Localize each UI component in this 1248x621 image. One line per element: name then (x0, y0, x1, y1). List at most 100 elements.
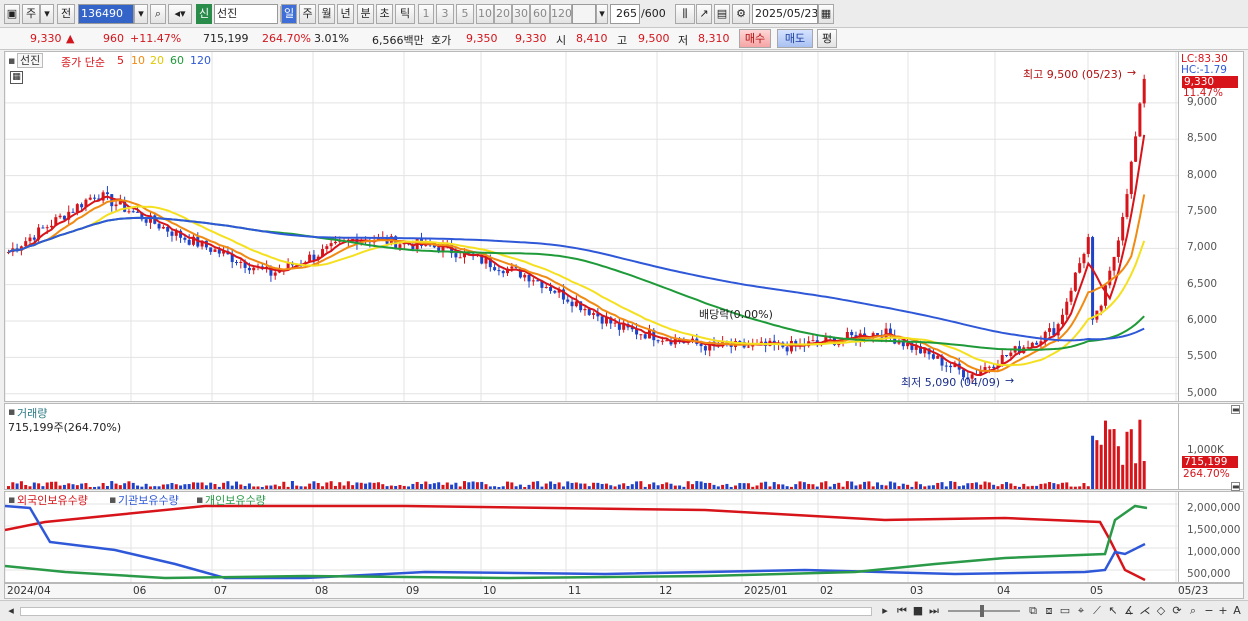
volume-bar (37, 483, 41, 489)
volume-chart-svg[interactable] (5, 404, 1178, 489)
price-chart-panel[interactable]: ▪ 선진 종가 단순 5 10 20 60 120 ▦ 최고 9,500 (05… (4, 51, 1179, 402)
ma20-legend[interactable]: 20 (150, 54, 164, 67)
volume-panel-icon[interactable]: ▪ (8, 405, 15, 418)
layout-icon-3[interactable]: ▭ (1058, 604, 1072, 618)
gear-icon[interactable]: ⚙ (732, 4, 750, 24)
interval-30[interactable]: 30 (512, 4, 530, 24)
layout-icon-1[interactable]: ⧉ (1026, 604, 1040, 618)
table-icon[interactable]: ▦ (10, 71, 23, 84)
candle-body (592, 313, 596, 315)
period-tab-day[interactable]: 일 (281, 4, 297, 24)
candle-body (28, 237, 32, 242)
panel-menu-icon[interactable]: ▪ (8, 54, 15, 67)
ma120-legend[interactable]: 120 (190, 54, 211, 67)
zoom-slider[interactable] (948, 610, 1020, 612)
calendar-icon[interactable]: ▦ (818, 4, 834, 24)
period-tab-tick[interactable]: 틱 (395, 4, 415, 24)
period-tab-minute[interactable]: 분 (357, 4, 374, 24)
interval-custom-field[interactable] (572, 4, 596, 24)
stock-code-input[interactable]: 136490 (78, 4, 134, 24)
search-zoom-icon[interactable]: ⌕ (1186, 604, 1200, 618)
refresh-icon[interactable]: ⟳ (1170, 604, 1184, 618)
draw-angle-icon[interactable]: ∡ (1122, 604, 1136, 618)
holder-panel-icon[interactable]: ▪ (8, 493, 15, 506)
candle-body (613, 322, 617, 324)
draw-line-icon[interactable]: ⟋ (1090, 604, 1104, 618)
inst-legend[interactable]: 기관보유수량 (118, 492, 179, 508)
scrollbar-track[interactable] (20, 607, 872, 616)
buy-button[interactable]: 매수 (739, 29, 771, 48)
date-field[interactable]: 2025/05/23 (752, 4, 818, 24)
scroll-left-icon[interactable]: ◂ (4, 604, 18, 618)
candle-body (1065, 301, 1069, 315)
candle-body (183, 237, 187, 240)
volume-bar (686, 481, 690, 489)
holder-chart-svg[interactable] (5, 492, 1178, 582)
sell-button[interactable]: 매도 (777, 29, 813, 48)
indiv-legend[interactable]: 개인보유수량 (205, 492, 266, 508)
mode-dropdown-icon[interactable]: ▾ (40, 4, 54, 24)
candle-body (850, 332, 854, 336)
count-field[interactable]: 265 (610, 4, 640, 24)
holder-panel[interactable]: ▪ 외국인보유수량 ▪ 기관보유수량 ▪ 개인보유수량 (4, 491, 1179, 583)
text-icon[interactable]: A (1230, 604, 1244, 618)
volume-axis-tick: 1,000K (1187, 444, 1224, 456)
volume-close-icon[interactable]: ▬ (1231, 405, 1240, 414)
period-tab-week[interactable]: 주 (299, 4, 316, 24)
stop-icon[interactable]: ■ (911, 604, 925, 618)
interval-dropdown-icon[interactable]: ▾ (596, 4, 608, 24)
search-icon[interactable]: ⌕ (150, 4, 166, 24)
prev-icon[interactable]: ⏮ (895, 604, 909, 618)
interval-120[interactable]: 120 (550, 4, 572, 24)
interval-5[interactable]: 5 (456, 4, 474, 24)
line-tool-icon[interactable]: ↗ (696, 4, 712, 24)
volume-bar (514, 486, 518, 489)
scroll-right-icon[interactable]: ▸ (878, 604, 892, 618)
eval-button[interactable]: 평 (817, 29, 837, 48)
volume-bar (652, 482, 656, 489)
zoom-slider-thumb[interactable] (980, 605, 984, 617)
period-tab-year[interactable]: 년 (337, 4, 354, 24)
holder-close-icon[interactable]: ▬ (1231, 482, 1240, 491)
price-chart-svg[interactable] (5, 52, 1178, 401)
mode-main-button[interactable]: 주 (22, 4, 40, 24)
volume-bar (1078, 486, 1082, 489)
turnover-rate: 3.01% (314, 32, 349, 45)
volume-bar (140, 486, 144, 489)
stock-name-field[interactable]: 선진 (214, 4, 278, 24)
foreign-legend[interactable]: 외국인보유수량 (17, 492, 88, 508)
period-tab-second[interactable]: 초 (376, 4, 393, 24)
volume-bar (488, 486, 492, 489)
layout-icon-2[interactable]: ⧈ (1042, 604, 1056, 618)
next-icon[interactable]: ⏭ (927, 604, 941, 618)
mode-prev-button[interactable]: 전 (57, 4, 75, 24)
interval-20[interactable]: 20 (494, 4, 512, 24)
zoom-in-icon[interactable]: + (1216, 604, 1230, 618)
holder-axis: 2,000,000 1,500,000 1,000,000 500,000 ▬ (1179, 482, 1244, 583)
stock-title-tab[interactable]: 선진 (17, 53, 44, 68)
volume-bar (617, 484, 621, 489)
save-icon[interactable]: ▤ (714, 4, 730, 24)
candle-body (325, 246, 329, 250)
candle-body (583, 308, 587, 311)
volume-panel[interactable]: ▪ 거래량 715,199주(264.70%) (4, 403, 1179, 490)
interval-60[interactable]: 60 (530, 4, 550, 24)
speaker-icon[interactable]: ◂▾ (168, 4, 192, 24)
interval-10[interactable]: 10 (476, 4, 494, 24)
draw-shape-icon[interactable]: ◇ (1154, 604, 1168, 618)
zoom-out-icon[interactable]: − (1202, 604, 1216, 618)
draw-trend-icon[interactable]: ↖ (1106, 604, 1120, 618)
interval-3[interactable]: 3 (436, 4, 454, 24)
candle-type-icon[interactable]: ⫼ (675, 4, 695, 24)
interval-1[interactable]: 1 (418, 4, 434, 24)
draw-fib-icon[interactable]: ⋌ (1138, 604, 1152, 618)
volume-bar (583, 483, 587, 489)
ma10-legend[interactable]: 10 (131, 54, 145, 67)
window-icon[interactable]: ▣ (4, 4, 20, 24)
ma60-legend[interactable]: 60 (170, 54, 184, 67)
code-dropdown-icon[interactable]: ▾ (134, 4, 148, 24)
crosshair-icon[interactable]: ⌖ (1074, 604, 1088, 618)
candle-body (24, 241, 28, 247)
ma5-legend[interactable]: 5 (117, 54, 124, 67)
period-tab-month[interactable]: 월 (318, 4, 335, 24)
